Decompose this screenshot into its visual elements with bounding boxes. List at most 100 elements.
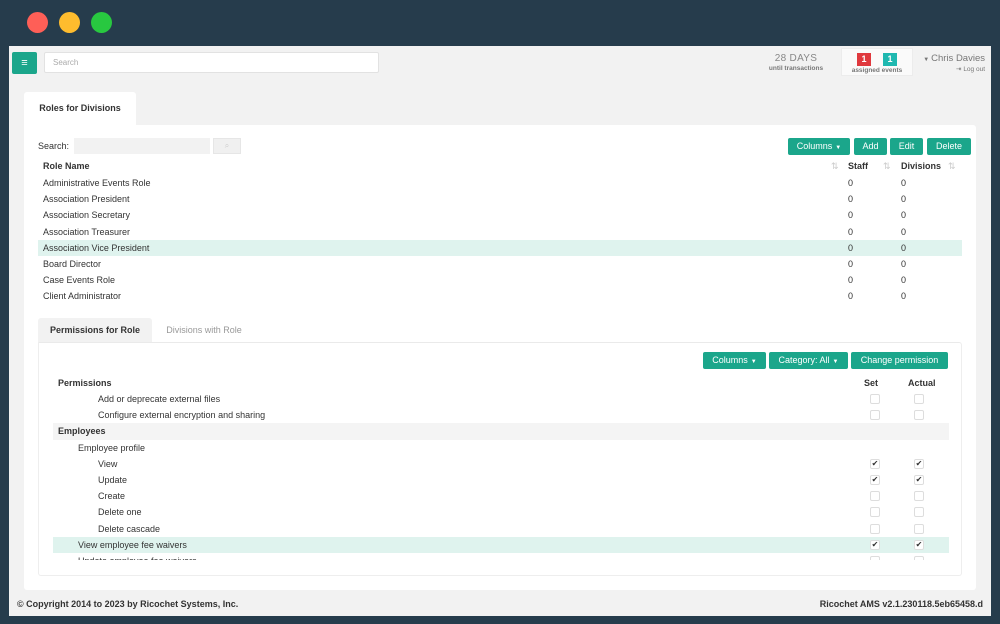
roles-search-button[interactable]: ⌕ xyxy=(213,138,241,154)
permission-label: Update xyxy=(98,474,128,485)
caret-down-icon: ▼ xyxy=(832,359,839,365)
permission-row[interactable]: Delete cascade xyxy=(53,521,949,537)
actual-checkbox: ✔ xyxy=(914,458,924,469)
assigned-events[interactable]: 11 assigned events xyxy=(841,48,913,76)
staff-cell: 0 xyxy=(848,194,854,205)
permission-label: Employees xyxy=(58,426,106,437)
permission-row[interactable]: Update ✔ ✔ xyxy=(53,472,949,488)
set-checkbox[interactable] xyxy=(870,394,880,404)
divisions-cell: 0 xyxy=(901,226,907,237)
col-actual: Actual xyxy=(908,378,936,388)
table-row[interactable]: Association President 0 0 xyxy=(38,191,962,207)
table-row[interactable]: Association Treasurer 0 0 xyxy=(38,224,962,240)
permission-label: Delete one xyxy=(98,507,142,518)
user-name: Chris Davies xyxy=(931,53,985,64)
top-header: ≡ 28 DAYS until transactions 11 assigned… xyxy=(9,46,991,82)
table-row[interactable]: Association Secretary 0 0 xyxy=(38,207,962,223)
table-row[interactable]: Administrative Events Role 0 0 xyxy=(38,175,962,191)
actual-checkbox xyxy=(914,555,924,560)
permission-row[interactable]: Employee profile xyxy=(53,440,949,456)
divisions-cell: 0 xyxy=(901,210,907,221)
events-teal-badge: 1 xyxy=(883,53,897,66)
staff-cell: 0 xyxy=(848,242,854,253)
permission-row[interactable]: View employee fee waivers ✔ ✔ xyxy=(53,536,949,553)
close-window-button[interactable] xyxy=(27,12,48,33)
permission-label: View employee fee waivers xyxy=(78,539,187,550)
permission-row[interactable]: Create xyxy=(53,488,949,504)
set-checkbox[interactable]: ✔ xyxy=(870,458,880,469)
permission-row[interactable]: Configure external encryption and sharin… xyxy=(53,407,949,423)
permissions-columns-button[interactable]: Columns ▼ xyxy=(703,352,766,369)
set-checkbox[interactable]: ✔ xyxy=(870,539,880,550)
maximize-window-button[interactable] xyxy=(91,12,112,33)
divisions-cell: 0 xyxy=(901,258,907,269)
role-name-cell: Board Director xyxy=(43,258,102,269)
user-menu[interactable]: ▼ Chris Davies ⇥ Log out xyxy=(915,53,985,73)
days-label: until transactions xyxy=(768,65,824,72)
col-permissions: Permissions xyxy=(58,378,112,388)
add-role-button[interactable]: Add xyxy=(854,138,887,155)
hamburger-menu-button[interactable]: ≡ xyxy=(12,52,37,74)
tab-divisions-with-role[interactable]: Divisions with Role xyxy=(152,318,256,342)
staff-cell: 0 xyxy=(848,210,854,221)
set-checkbox[interactable] xyxy=(870,491,880,502)
permission-row[interactable]: View ✔ ✔ xyxy=(53,456,949,472)
permission-row[interactable]: Delete one xyxy=(53,504,949,520)
logout-icon: ⇥ xyxy=(956,66,962,73)
days-until-transactions: 28 DAYS until transactions xyxy=(761,53,831,72)
actual-checkbox xyxy=(914,410,924,421)
permission-group-row[interactable]: Employees xyxy=(53,423,949,440)
logout-link[interactable]: ⇥ Log out xyxy=(915,65,985,73)
roles-search-input[interactable] xyxy=(74,138,210,154)
table-row[interactable]: Client Administrator 0 0 xyxy=(38,288,962,304)
category-filter-button[interactable]: Category: All ▼ xyxy=(769,352,848,369)
tab-permissions-for-role[interactable]: Permissions for Role xyxy=(38,318,152,342)
permissions-panel: Columns ▼ Category: All ▼ Change permissio… xyxy=(38,342,962,576)
logout-label: Log out xyxy=(963,66,985,73)
role-name-cell: Association Vice President xyxy=(43,242,150,253)
staff-cell: 0 xyxy=(848,275,854,286)
permission-label: Configure external encryption and sharin… xyxy=(98,410,266,421)
roles-table: Role Name ⇅ Staff ⇅ Divisions ⇅ Administ… xyxy=(38,157,962,305)
edit-role-button[interactable]: Edit xyxy=(890,138,923,155)
permission-label: Employee profile xyxy=(78,442,146,453)
sort-icon[interactable]: ⇅ xyxy=(831,161,839,172)
permission-label: Add or deprecate external files xyxy=(98,394,221,404)
col-set: Set xyxy=(864,378,879,388)
global-search-input[interactable] xyxy=(44,52,379,73)
permission-row[interactable]: Add or deprecate external files xyxy=(53,391,949,407)
table-row[interactable]: Association Vice President 0 0 xyxy=(38,239,962,256)
change-permission-button[interactable]: Change permission xyxy=(851,352,948,369)
staff-cell: 0 xyxy=(848,178,854,188)
table-row[interactable]: Case Events Role 0 0 xyxy=(38,272,962,288)
set-checkbox[interactable] xyxy=(870,507,880,518)
roles-columns-label: Columns xyxy=(796,141,833,151)
col-staff[interactable]: Staff xyxy=(848,161,868,171)
permission-row[interactable]: Update employee fee waivers xyxy=(53,553,949,560)
set-checkbox[interactable] xyxy=(870,523,880,534)
actual-checkbox xyxy=(914,394,924,404)
divisions-cell: 0 xyxy=(901,194,907,205)
tab-roles-for-divisions[interactable]: Roles for Divisions xyxy=(24,92,136,125)
delete-role-button[interactable]: Delete xyxy=(927,138,971,155)
set-checkbox[interactable]: ✔ xyxy=(870,474,880,485)
permissions-columns-label: Columns xyxy=(712,355,748,365)
sort-icon[interactable]: ⇅ xyxy=(883,161,891,172)
set-checkbox[interactable] xyxy=(870,410,880,421)
sort-icon[interactable]: ⇅ xyxy=(948,161,956,172)
caret-down-icon: ▼ xyxy=(750,359,757,365)
staff-cell: 0 xyxy=(848,258,854,269)
roles-table-header: Role Name ⇅ Staff ⇅ Divisions ⇅ xyxy=(38,157,962,175)
set-checkbox[interactable] xyxy=(870,555,880,560)
table-row[interactable]: Board Director 0 0 xyxy=(38,256,962,272)
role-name-cell: Association President xyxy=(43,194,130,205)
permissions-table: Permissions Set Actual Add or deprecate … xyxy=(53,378,949,560)
search-icon: ⌕ xyxy=(224,141,230,150)
col-divisions[interactable]: Divisions xyxy=(901,161,941,171)
minimize-window-button[interactable] xyxy=(59,12,80,33)
divisions-cell: 0 xyxy=(901,291,907,302)
divisions-cell: 0 xyxy=(901,275,907,286)
events-label: assigned events xyxy=(851,67,903,74)
col-role-name[interactable]: Role Name xyxy=(43,161,90,171)
roles-columns-button[interactable]: Columns ▼ xyxy=(788,138,850,155)
